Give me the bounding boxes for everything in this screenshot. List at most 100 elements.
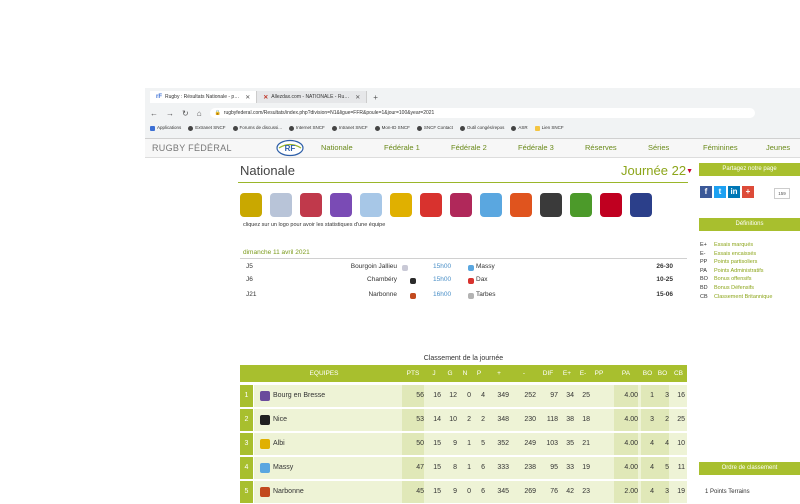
- team-name[interactable]: Bourg en Bresse: [273, 392, 325, 399]
- col-header[interactable]: PA: [614, 370, 638, 377]
- team-logo-icon[interactable]: [510, 193, 532, 217]
- bookmark[interactable]: Intranet SNCF: [331, 125, 368, 131]
- team-logo-icon[interactable]: [450, 193, 472, 217]
- table-row[interactable]: 2 Nice 53 14 10 2 2 348 230 118 38 18 4.00 3 2 25: [240, 409, 687, 432]
- close-tab-icon[interactable]: ✕: [355, 94, 360, 101]
- google-plus-icon[interactable]: +: [742, 186, 754, 198]
- new-tab-icon[interactable]: +: [373, 93, 378, 102]
- journee-selector[interactable]: Journée 22▼: [621, 163, 693, 178]
- team-name[interactable]: Narbonne: [273, 488, 304, 495]
- address-bar[interactable]: 🔒 rugbyfederal.com/Resultats/index.php?d…: [209, 108, 755, 118]
- col-header[interactable]: G: [443, 370, 457, 377]
- cell-plus: 345: [497, 488, 509, 495]
- cell-pts: 53: [416, 416, 424, 423]
- share-header: Partagez notre page: [699, 163, 800, 176]
- cell-g: 9: [453, 440, 457, 447]
- col-header[interactable]: BO: [641, 370, 654, 377]
- col-header[interactable]: -: [512, 370, 536, 377]
- table-row[interactable]: 5 Narbonne 45 15 9 0 6 345 269 76 42 23 2.00 4 3 19: [240, 481, 687, 504]
- definition-text[interactable]: Points Administratifs: [714, 268, 764, 274]
- team-logo-icon[interactable]: [390, 193, 412, 217]
- nav-series[interactable]: Séries: [648, 143, 669, 152]
- bookmark[interactable]: Outil congés/repos: [459, 125, 504, 131]
- team-logo-icon[interactable]: [240, 193, 262, 217]
- col-header[interactable]: EQUIPES: [254, 370, 394, 377]
- nav-nationale[interactable]: Nationale: [321, 143, 353, 152]
- col-header[interactable]: DIF: [538, 370, 558, 377]
- team-logo-icon[interactable]: [570, 193, 592, 217]
- col-header[interactable]: CB: [672, 370, 685, 377]
- nav-feminines[interactable]: Féminines: [703, 143, 738, 152]
- col-header[interactable]: P: [473, 370, 485, 377]
- col-header[interactable]: PTS: [402, 370, 424, 377]
- cell-cb: 25: [677, 416, 685, 423]
- cell-j: 15: [433, 440, 441, 447]
- team-logo-icon[interactable]: [270, 193, 292, 217]
- team-name[interactable]: Massy: [273, 464, 293, 471]
- definition-text[interactable]: Bonus offensifs: [714, 276, 752, 282]
- cell-minus: 238: [524, 464, 536, 471]
- table-row[interactable]: 4 Massy 47 15 8 1 6 333 238 95 33 19 4.00 4 5 11: [240, 457, 687, 480]
- rf-logo[interactable]: RF: [276, 139, 304, 157]
- match-row[interactable]: J6 Chambéry 15h00 Dax 10-25: [240, 276, 687, 288]
- bookmark-folder[interactable]: Lien SNCF: [534, 125, 564, 131]
- reload-icon[interactable]: ↻: [182, 109, 189, 118]
- definition-text[interactable]: Points partisoliers: [714, 259, 757, 265]
- facebook-icon[interactable]: f: [700, 186, 712, 198]
- team-logo-icon[interactable]: [420, 193, 442, 217]
- home-icon[interactable]: ⌂: [197, 109, 202, 118]
- team-logo-strip: [240, 190, 690, 220]
- bookmark[interactable]: Internet SNCF: [289, 125, 325, 131]
- back-icon[interactable]: ←: [150, 109, 158, 118]
- match-row[interactable]: J5 Bourgoin Jallieu 15h00 Massy 26-30: [240, 263, 687, 275]
- browser-tab-active[interactable]: rF Rugby : Résultats Nationale - p… ✕: [150, 91, 258, 103]
- twitter-icon[interactable]: t: [714, 186, 726, 198]
- nav-jeunes[interactable]: Jeunes: [766, 143, 790, 152]
- bookmark-apps[interactable]: Applications: [150, 125, 181, 131]
- bookmark[interactable]: ASR: [511, 125, 528, 131]
- team-logo-icon[interactable]: [300, 193, 322, 217]
- definition-text[interactable]: Essais encaissés: [714, 251, 756, 257]
- standings-title: Classement de la journée: [423, 355, 504, 362]
- bookmark[interactable]: Extranet SNCF: [188, 125, 226, 131]
- logo-hint: cliquez sur un logo pour avoir les stati…: [243, 222, 386, 228]
- nav-reserves[interactable]: Réserves: [585, 143, 617, 152]
- col-header[interactable]: BO: [656, 370, 669, 377]
- bookmark[interactable]: SNCF Contact: [416, 125, 453, 131]
- browser-tab[interactable]: ✕ Allezdax.com - NATIONALE - Ru… ✕: [257, 91, 368, 103]
- bookmark[interactable]: Forums de discussi...: [232, 125, 282, 131]
- nav-federale-2[interactable]: Fédérale 2: [451, 143, 487, 152]
- team-logo-icon[interactable]: [600, 193, 622, 217]
- col-header[interactable]: E-: [576, 370, 590, 377]
- col-header[interactable]: N: [459, 370, 471, 377]
- table-row[interactable]: 1 Bourg en Bresse 56 16 12 0 4 349 252 97 34 25 4.00…: [240, 385, 687, 408]
- team-logo-icon[interactable]: [540, 193, 562, 217]
- team-logo-icon[interactable]: [630, 193, 652, 217]
- team-logo-icon[interactable]: [360, 193, 382, 217]
- table-row[interactable]: 3 Albi 50 15 9 1 5 352 249 103 35 21 4.00 4 4 10: [240, 433, 687, 456]
- site-brand[interactable]: RUGBY FÉDÉRAL: [152, 143, 232, 153]
- match-row[interactable]: J21 Narbonne 16h00 Tarbes 15-06: [240, 291, 687, 303]
- col-header[interactable]: E+: [560, 370, 574, 377]
- bookmark[interactable]: Mon-ID SNCF: [374, 125, 410, 131]
- cell-ep: 35: [566, 440, 574, 447]
- cell-pts: 45: [416, 488, 424, 495]
- team-name[interactable]: Albi: [273, 440, 285, 447]
- col-header[interactable]: J: [427, 370, 441, 377]
- col-header[interactable]: PP: [592, 370, 606, 377]
- match-date: dimanche 11 avril 2021: [243, 249, 310, 256]
- tab-label: Rugby : Résultats Nationale - p…: [165, 94, 240, 100]
- definition-text[interactable]: Essais marqués: [714, 242, 753, 248]
- team-name[interactable]: Nice: [273, 416, 287, 423]
- definition-text[interactable]: Classement Britannique: [714, 294, 772, 300]
- linkedin-icon[interactable]: in: [728, 186, 740, 198]
- dropdown-arrow-icon: ▼: [686, 168, 693, 176]
- team-logo-icon[interactable]: [330, 193, 352, 217]
- nav-federale-3[interactable]: Fédérale 3: [518, 143, 554, 152]
- col-header[interactable]: +: [489, 370, 509, 377]
- nav-federale-1[interactable]: Fédérale 1: [384, 143, 420, 152]
- team-logo-icon[interactable]: [480, 193, 502, 217]
- close-tab-icon[interactable]: ✕: [245, 94, 250, 101]
- forward-icon[interactable]: →: [166, 109, 174, 118]
- definition-text[interactable]: Bonus Défensifs: [714, 285, 754, 291]
